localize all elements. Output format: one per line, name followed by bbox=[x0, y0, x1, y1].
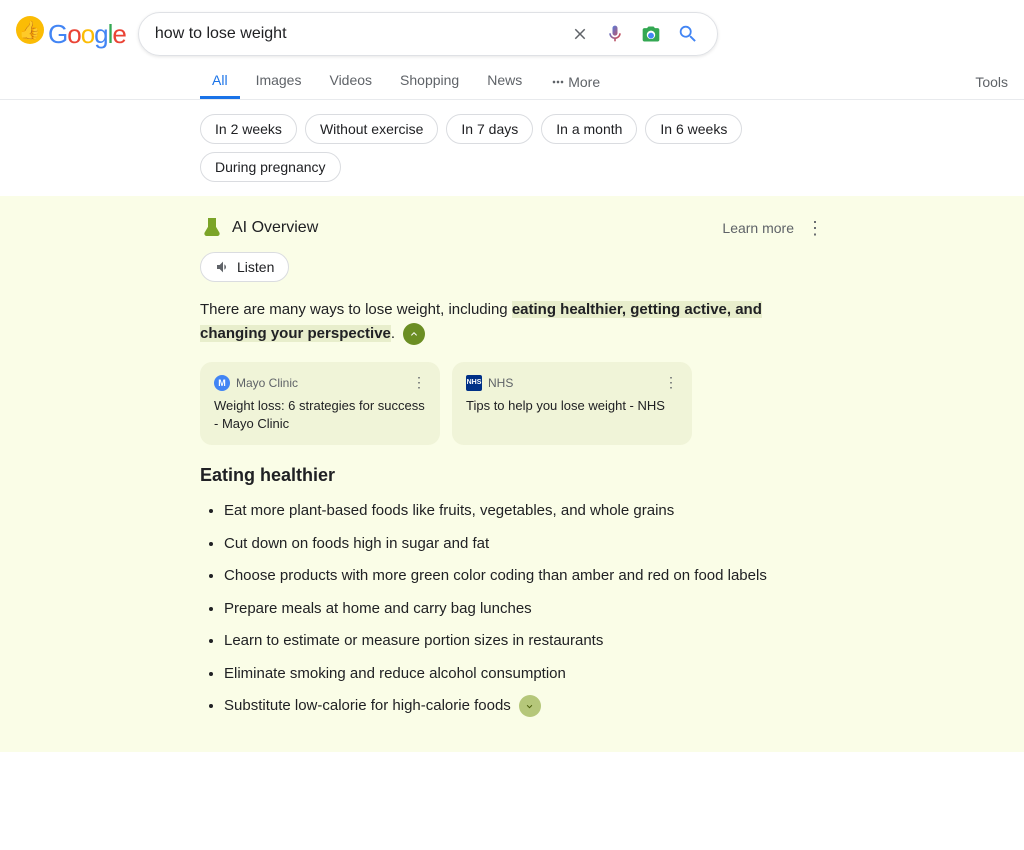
search-bar bbox=[138, 12, 718, 56]
chip-in7days[interactable]: In 7 days bbox=[446, 114, 533, 144]
tab-news[interactable]: News bbox=[475, 64, 534, 99]
chevron-down-icon bbox=[524, 701, 535, 712]
eating-healthier-heading: Eating healthier bbox=[200, 465, 824, 486]
source-card-mayo-header: M Mayo Clinic ⋮ bbox=[214, 374, 426, 391]
source-card-nhs-header: NHS NHS ⋮ bbox=[466, 374, 678, 391]
source-card-mayo[interactable]: M Mayo Clinic ⋮ Weight loss: 6 strategie… bbox=[200, 362, 440, 445]
chip-in6weeks[interactable]: In 6 weeks bbox=[645, 114, 742, 144]
camera-button[interactable] bbox=[639, 22, 663, 46]
learn-more-link[interactable]: Learn more bbox=[722, 220, 794, 236]
list-item: Eat more plant-based foods like fruits, … bbox=[224, 500, 824, 523]
expand-list-button[interactable] bbox=[519, 695, 541, 717]
ai-body-start: There are many ways to lose weight, incl… bbox=[200, 301, 512, 318]
tab-images[interactable]: Images bbox=[244, 64, 314, 99]
chip-without-exercise[interactable]: Without exercise bbox=[305, 114, 438, 144]
nhs-overflow[interactable]: ⋮ bbox=[664, 374, 678, 391]
list-item: Eliminate smoking and reduce alcohol con… bbox=[224, 663, 824, 686]
search-bar-icons bbox=[569, 21, 701, 47]
ai-overflow-menu[interactable]: ⋮ bbox=[806, 218, 824, 239]
ai-body-text: There are many ways to lose weight, incl… bbox=[200, 298, 824, 346]
tab-shopping[interactable]: Shopping bbox=[388, 64, 471, 99]
ai-overview-title: AI Overview bbox=[232, 219, 318, 237]
header: 👍 Google bbox=[0, 0, 1024, 56]
google-thumb-icon: 👍 bbox=[16, 16, 44, 44]
flask-icon bbox=[200, 216, 224, 240]
mic-button[interactable] bbox=[603, 22, 627, 46]
clear-button[interactable] bbox=[569, 23, 591, 45]
chip-in2weeks[interactable]: In 2 weeks bbox=[200, 114, 297, 144]
more-label: More bbox=[568, 74, 600, 90]
mayo-site-name: Mayo Clinic bbox=[236, 376, 298, 390]
ai-body-end: . bbox=[391, 325, 395, 342]
list-item: Prepare meals at home and carry bag lunc… bbox=[224, 598, 824, 621]
chip-during-pregnancy[interactable]: During pregnancy bbox=[200, 152, 341, 182]
listen-button[interactable]: Listen bbox=[200, 252, 289, 282]
filter-chips: In 2 weeks Without exercise In 7 days In… bbox=[0, 100, 1024, 196]
nav-tabs: All Images Videos Shopping News More Too… bbox=[0, 56, 1024, 100]
collapse-button[interactable] bbox=[403, 323, 425, 345]
mayo-overflow[interactable]: ⋮ bbox=[412, 374, 426, 391]
list-item: Learn to estimate or measure portion siz… bbox=[224, 630, 824, 653]
list-item: Cut down on foods high in sugar and fat bbox=[224, 533, 824, 556]
mayo-site-info: M Mayo Clinic bbox=[214, 375, 298, 391]
search-submit-button[interactable] bbox=[675, 21, 701, 47]
tools-button[interactable]: Tools bbox=[959, 66, 1024, 98]
ai-overview-header: AI Overview Learn more ⋮ bbox=[200, 216, 824, 240]
nhs-site-info: NHS NHS bbox=[466, 375, 513, 391]
mayo-card-title: Weight loss: 6 strategies for success - … bbox=[214, 397, 426, 433]
list-item: Choose products with more green color co… bbox=[224, 565, 824, 588]
eating-healthier-list: Eat more plant-based foods like fruits, … bbox=[200, 500, 824, 718]
ai-title-area: AI Overview bbox=[200, 216, 318, 240]
logo-text: Google bbox=[48, 19, 126, 50]
listen-label: Listen bbox=[237, 259, 274, 275]
google-logo: 👍 Google bbox=[16, 19, 126, 50]
speaker-icon bbox=[215, 259, 231, 275]
eating-healthier-section: Eating healthier Eat more plant-based fo… bbox=[200, 465, 824, 718]
ai-overview-section: AI Overview Learn more ⋮ Listen There ar… bbox=[0, 196, 1024, 752]
source-card-nhs[interactable]: NHS NHS ⋮ Tips to help you lose weight -… bbox=[452, 362, 692, 445]
tab-more[interactable]: More bbox=[538, 66, 612, 98]
chip-in-a-month[interactable]: In a month bbox=[541, 114, 637, 144]
chevron-up-icon bbox=[408, 328, 420, 340]
mayo-favicon: M bbox=[214, 375, 230, 391]
nhs-favicon: NHS bbox=[466, 375, 482, 391]
tab-all[interactable]: All bbox=[200, 64, 240, 99]
nhs-site-name: NHS bbox=[488, 376, 513, 390]
source-cards: M Mayo Clinic ⋮ Weight loss: 6 strategie… bbox=[200, 362, 824, 445]
tab-videos[interactable]: Videos bbox=[317, 64, 384, 99]
list-item-last: Substitute low-calorie for high-calorie … bbox=[224, 695, 824, 718]
ai-overview-actions: Learn more ⋮ bbox=[722, 218, 824, 239]
nhs-card-title: Tips to help you lose weight - NHS bbox=[466, 397, 678, 415]
search-input[interactable] bbox=[155, 25, 561, 43]
